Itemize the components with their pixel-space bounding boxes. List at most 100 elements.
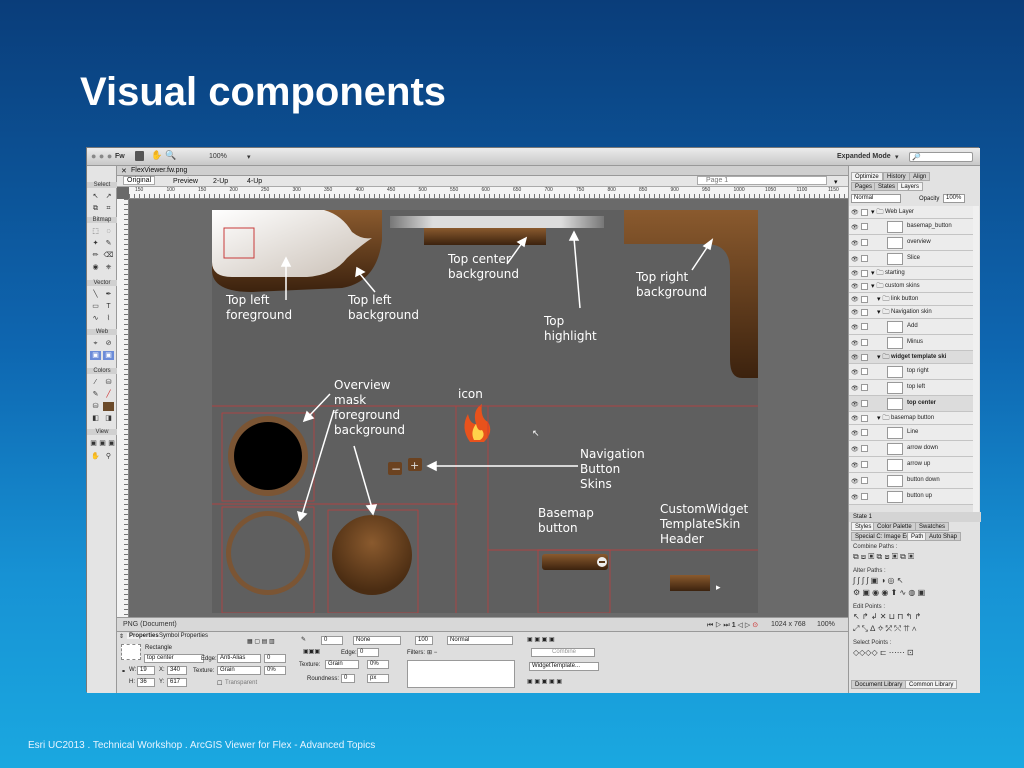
visibility-eye-icon[interactable]: 👁: [851, 462, 859, 469]
line-tool-icon[interactable]: ╲: [90, 290, 101, 299]
visibility-eye-icon[interactable]: 👁: [851, 354, 859, 361]
transparent-checkbox[interactable]: ☐: [217, 680, 222, 687]
stroke-size[interactable]: 0: [321, 636, 343, 645]
visibility-eye-icon[interactable]: 👁: [851, 309, 859, 316]
stroke-edge[interactable]: 0: [357, 648, 379, 657]
hide-slices-icon[interactable]: ▣: [90, 351, 101, 360]
layer-row[interactable]: 👁 Line: [849, 425, 973, 441]
folder-icon[interactable]: ▾ 🗀: [871, 208, 883, 219]
zoom-icon[interactable]: 🔍: [165, 150, 176, 161]
visibility-eye-icon[interactable]: 👁: [851, 446, 859, 453]
visibility-eye-icon[interactable]: 👁: [851, 270, 859, 277]
subselect-tool-icon[interactable]: ↗: [103, 192, 114, 201]
blend-mode-select[interactable]: Normal: [447, 636, 513, 645]
marquee-tool-icon[interactable]: ⬚: [90, 227, 101, 236]
lock-toggle[interactable]: [861, 368, 868, 375]
lock-toggle[interactable]: [861, 223, 868, 230]
blur-tool-icon[interactable]: ◉: [90, 263, 101, 272]
tab-properties[interactable]: Properties: [127, 633, 161, 639]
tab-swatches[interactable]: Swatches: [915, 522, 950, 531]
texture-select[interactable]: Grain: [217, 666, 261, 675]
lock-toggle[interactable]: [861, 445, 868, 452]
visibility-eye-icon[interactable]: 👁: [851, 224, 859, 231]
layer-row[interactable]: 👁 top right: [849, 364, 973, 380]
layer-folder-row[interactable]: 👁 ▾ 🗀 Web Layer: [849, 206, 973, 219]
texture-amount[interactable]: 0%: [264, 666, 286, 675]
visibility-eye-icon[interactable]: 👁: [851, 401, 859, 408]
fill-color-icon[interactable]: ⛁: [90, 402, 101, 411]
design-canvas[interactable]: − + ▸ ↖ Top left foreground Top left bac…: [212, 210, 758, 613]
stroke-color-icon[interactable]: ✎: [90, 390, 101, 399]
x-field[interactable]: 340: [167, 666, 187, 675]
visibility-eye-icon[interactable]: 👁: [851, 209, 859, 216]
folder-icon[interactable]: ▾ 🗀: [877, 414, 889, 425]
full-screen-icon[interactable]: ▣: [106, 439, 117, 448]
knife-tool-icon[interactable]: ⌇: [103, 314, 114, 323]
lock-toggle[interactable]: [861, 354, 868, 361]
tab-styles[interactable]: Styles: [851, 522, 876, 531]
alter-paths-icons-row1[interactable]: ∫ ∫ ∫ ∫ ▣ ◑ ◎ ↖: [853, 576, 903, 585]
freeform-tool-icon[interactable]: ∿: [90, 314, 101, 323]
fill-options-icon[interactable]: ▦ ▢ ▤ ▥: [247, 638, 275, 645]
folder-icon[interactable]: ▾ 🗀: [877, 353, 889, 364]
tab-auto-shapes[interactable]: Auto Shap: [925, 532, 962, 541]
eraser-tool-icon[interactable]: ⌫: [103, 251, 114, 260]
window-controls[interactable]: ● ● ●: [91, 151, 112, 161]
layer-folder-row[interactable]: 👁 ▾ 🗀 link button: [849, 293, 973, 306]
roundness-field[interactable]: 0: [341, 674, 355, 683]
magnify-tool-icon[interactable]: ⚲: [103, 452, 114, 461]
layer-row[interactable]: 👁 overview: [849, 235, 973, 251]
visibility-eye-icon[interactable]: 👁: [851, 240, 859, 247]
layer-row[interactable]: 👁 arrow down: [849, 441, 973, 457]
height-field[interactable]: 36: [137, 678, 155, 687]
edge-select[interactable]: Anti-Alias: [217, 654, 261, 663]
view-tab-preview[interactable]: Preview: [173, 178, 198, 185]
layer-row[interactable]: 👁 top center: [849, 396, 973, 412]
layer-opacity-field[interactable]: 100%: [943, 194, 965, 203]
lock-toggle[interactable]: [861, 209, 868, 216]
layer-row[interactable]: 👁 arrow up: [849, 457, 973, 473]
lock-toggle[interactable]: [861, 429, 868, 436]
lock-toggle[interactable]: [861, 477, 868, 484]
visibility-eye-icon[interactable]: 👁: [851, 478, 859, 485]
pen-tool-icon[interactable]: ✒: [103, 290, 114, 299]
lock-toggle[interactable]: [861, 415, 868, 422]
visibility-eye-icon[interactable]: 👁: [851, 283, 859, 290]
tab-pages[interactable]: Pages: [851, 182, 877, 191]
link-icon[interactable]: ⚭: [121, 668, 126, 675]
visibility-eye-icon[interactable]: 👁: [851, 494, 859, 501]
y-field[interactable]: 617: [167, 678, 187, 687]
opacity-field[interactable]: 100: [415, 636, 433, 645]
zoom-dropdown-icon[interactable]: ▾: [247, 153, 251, 161]
layers-scrollbar[interactable]: [973, 206, 979, 512]
layer-row[interactable]: 👁 button up: [849, 489, 973, 505]
arrange-icons[interactable]: ▣ ▣ ▣ ▣: [527, 636, 555, 643]
workspace-switcher[interactable]: Expanded Mode: [837, 153, 891, 160]
tab-common-library[interactable]: Common Library: [905, 680, 958, 689]
widget-template-select[interactable]: WidgetTemplate...: [529, 662, 599, 671]
lock-toggle[interactable]: [861, 270, 868, 277]
visibility-eye-icon[interactable]: 👁: [851, 256, 859, 263]
add-filter-button[interactable]: ⊞ −: [427, 649, 437, 656]
tab-symbol-properties[interactable]: Symbol Properties: [159, 633, 208, 639]
folder-icon[interactable]: ▾ 🗀: [871, 282, 883, 293]
tab-document-library[interactable]: Document Library: [851, 680, 907, 689]
lock-toggle[interactable]: [861, 323, 868, 330]
visibility-eye-icon[interactable]: 👁: [851, 369, 859, 376]
fill-swatch[interactable]: [103, 402, 114, 411]
document-zoom[interactable]: 100%: [817, 621, 835, 628]
hand-tool-icon[interactable]: ✋: [90, 452, 101, 461]
workspace-dropdown-icon[interactable]: ▾: [895, 153, 899, 161]
default-colors-icon[interactable]: ◨: [103, 414, 114, 423]
stroke-texture-amount[interactable]: 0%: [367, 660, 389, 669]
stroke-type[interactable]: None: [353, 636, 401, 645]
roundness-unit[interactable]: px: [367, 674, 389, 683]
frame-controls[interactable]: ⏮ ▷ ⏭ 1 ◁ ▷ ⊙: [707, 621, 758, 630]
combine-paths-icons[interactable]: ⧉ ⧈ ▣ ⧉ ⧈ ▣ ⧉ ▣: [853, 552, 914, 562]
stamp-tool-icon[interactable]: ⎈: [103, 263, 114, 272]
lock-toggle[interactable]: [861, 400, 868, 407]
layer-row[interactable]: 👁 button down: [849, 473, 973, 489]
page-selector[interactable]: Page 1: [697, 176, 827, 185]
lock-toggle[interactable]: [861, 296, 868, 303]
edit-points-icons-row2[interactable]: ⤢ ⤡ ∆ ✧ ⤱ ⤲ ⇈ ∧: [853, 624, 916, 634]
